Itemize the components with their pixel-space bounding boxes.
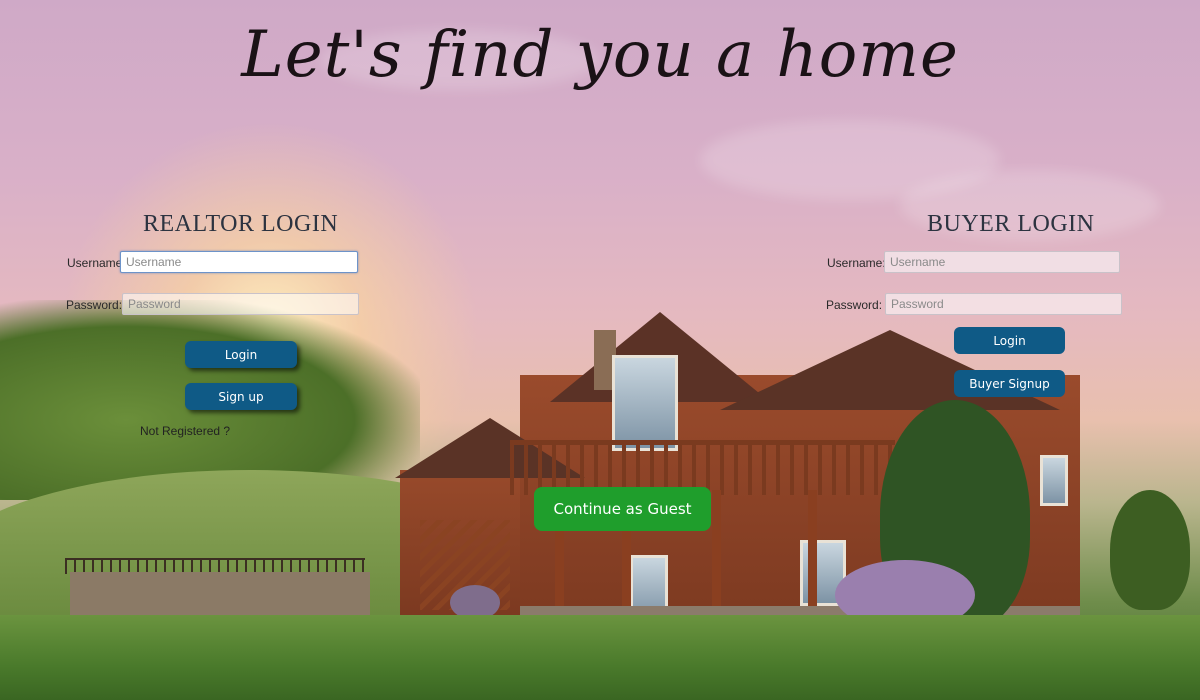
realtor-login-button[interactable]: Login — [185, 341, 297, 368]
buyer-login-button[interactable]: Login — [954, 327, 1065, 354]
deck-post — [712, 490, 721, 620]
house-window — [1040, 455, 1068, 506]
realtor-login-title: REALTOR LOGIN — [143, 211, 339, 237]
buyer-password-label: Password: — [826, 298, 883, 312]
lawn — [0, 615, 1200, 700]
realtor-password-label: Password: — [66, 298, 123, 312]
not-registered-text: Not Registered ? — [140, 424, 231, 438]
house-window — [612, 355, 678, 451]
page-headline: Let's find you a home — [241, 18, 959, 92]
continue-as-guest-button[interactable]: Continue as Guest — [534, 487, 711, 531]
realtor-signup-button[interactable]: Sign up — [185, 383, 297, 410]
buyer-signup-button[interactable]: Buyer Signup — [954, 370, 1065, 397]
buyer-password-input[interactable] — [885, 293, 1122, 315]
buyer-username-input[interactable] — [884, 251, 1120, 273]
retaining-wall — [70, 572, 370, 616]
realtor-username-label: Username: — [67, 256, 126, 270]
realtor-password-input[interactable] — [122, 293, 359, 315]
buyer-username-label: Username: — [827, 256, 886, 270]
buyer-login-title: BUYER LOGIN — [927, 211, 1095, 237]
tree — [1110, 490, 1190, 610]
realtor-username-input[interactable] — [120, 251, 358, 273]
deck-post — [808, 490, 817, 620]
